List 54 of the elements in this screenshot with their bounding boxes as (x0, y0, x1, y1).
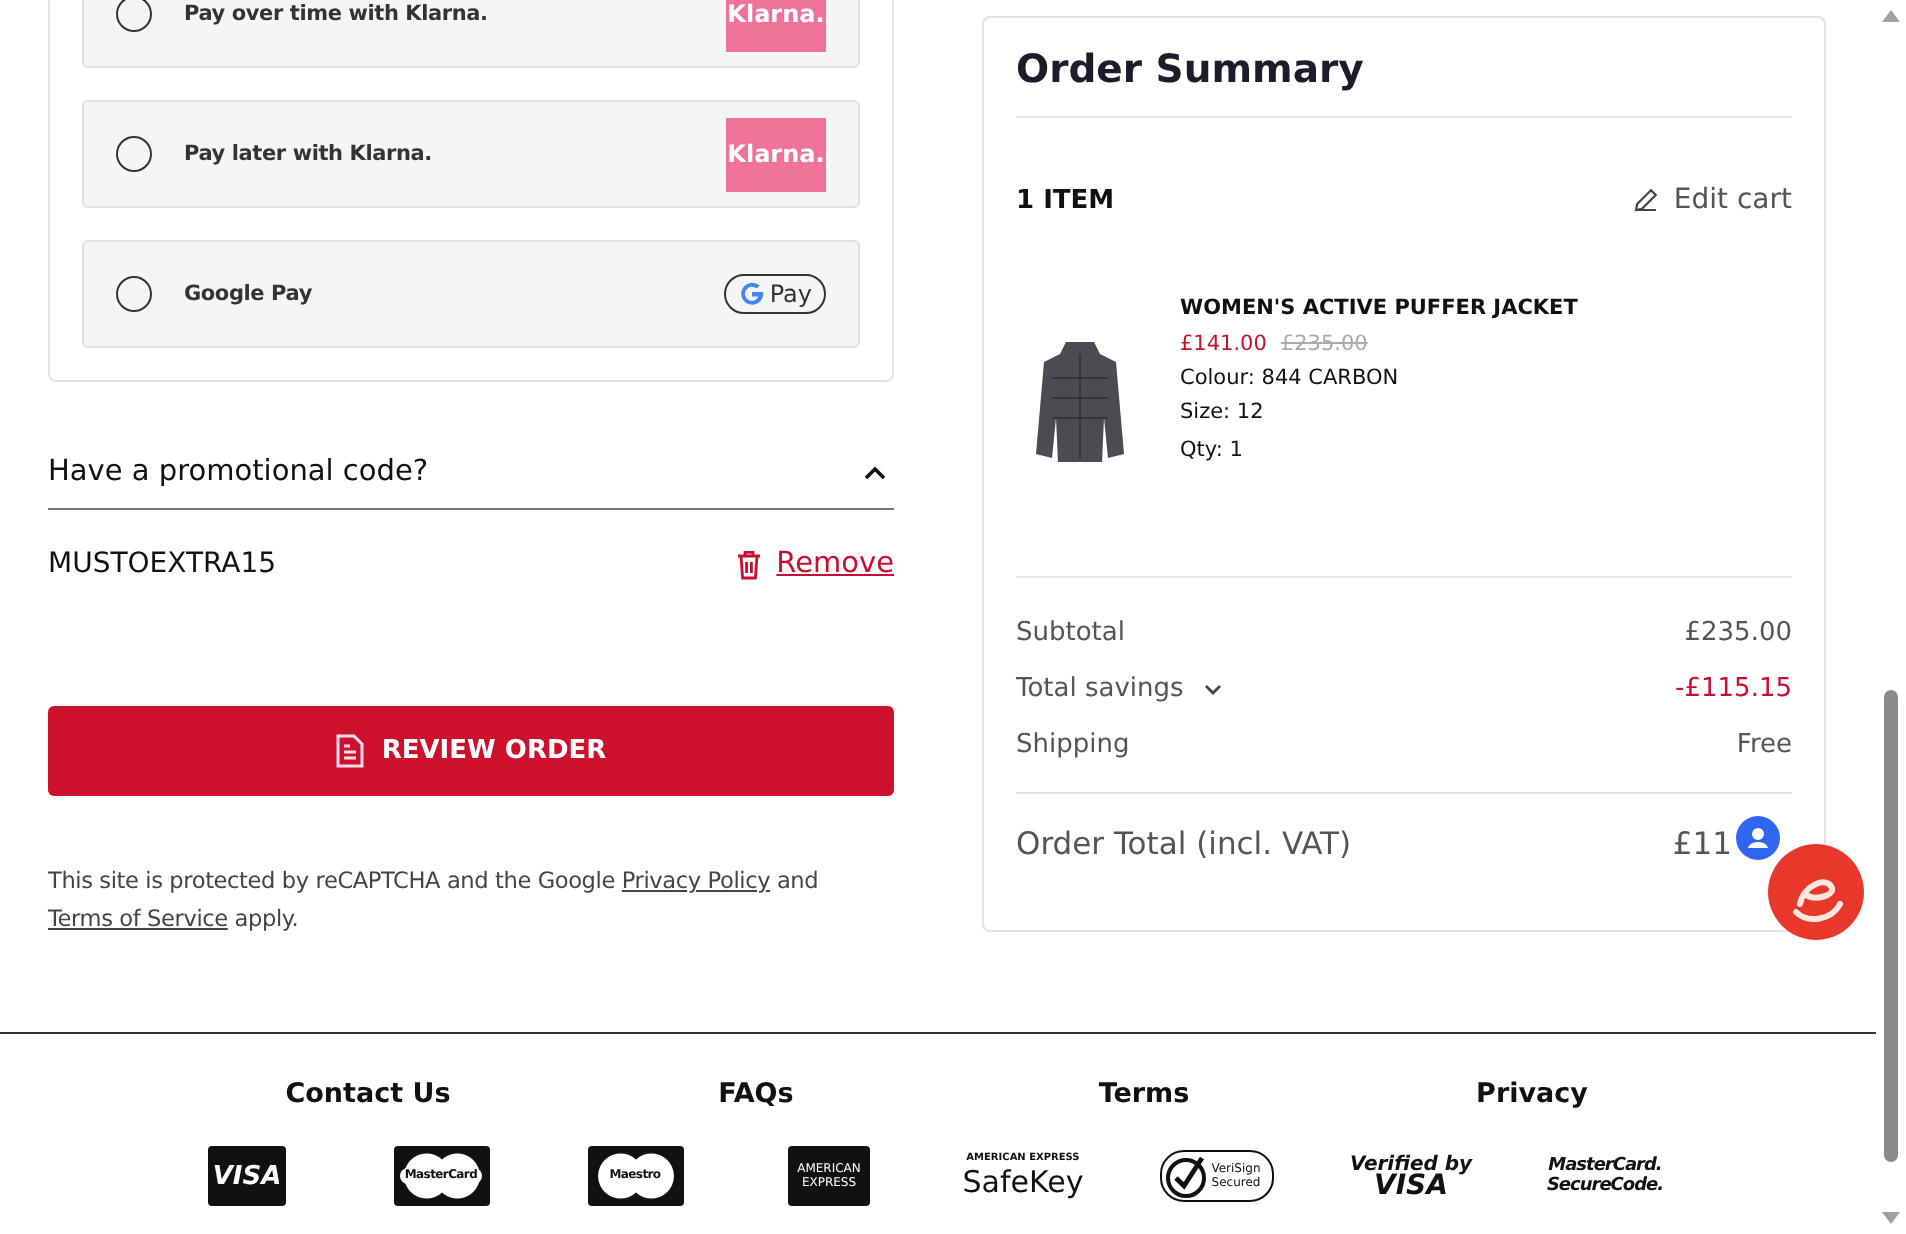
klarna-logo: Klarna. (726, 0, 826, 51)
visa-logo: VISA (208, 1146, 286, 1206)
total-label: Shipping (1016, 730, 1130, 760)
klarna-logo: Klarna. (726, 117, 826, 191)
pencil-icon (1633, 188, 1658, 212)
total-label: Total savings (1016, 674, 1184, 704)
scroll-down-arrow-icon[interactable] (1882, 1212, 1900, 1224)
scrollbar-thumb[interactable] (1884, 690, 1898, 1162)
promo-toggle[interactable]: Have a promotional code? (48, 456, 894, 510)
chat-logo-icon (1768, 844, 1864, 940)
payment-option[interactable]: Pay over time with Klarna. Klarna. (82, 0, 860, 68)
total-label: Subtotal (1016, 618, 1125, 648)
total-value: Free (1736, 730, 1792, 760)
verified-by-visa-logo: Verified by VISA (1349, 1154, 1473, 1198)
payment-label: Pay over time with Klarna. (184, 2, 490, 26)
radio-button[interactable] (116, 276, 152, 312)
radio-button[interactable] (116, 136, 152, 172)
total-value: -£115.15 (1675, 674, 1792, 704)
footer-link[interactable]: FAQs (562, 1078, 950, 1110)
product-colour: Colour: 844 CARBON (1180, 366, 1401, 390)
product-name: WOMEN'S ACTIVE PUFFER JACKET (1180, 296, 1578, 320)
product-quantity: Qty: 1 (1180, 438, 1245, 462)
remove-link[interactable]: Remove (736, 548, 894, 580)
order-summary-title: Order Summary (1016, 46, 1792, 118)
order-total-label: Order Total (incl. VAT) (1016, 826, 1351, 862)
promo-code: MUSTOEXTRA15 (48, 548, 277, 580)
review-order-button[interactable]: REVIEW ORDER (48, 706, 894, 796)
promo-title: Have a promotional code? (48, 456, 429, 488)
original-price: £235.00 (1280, 332, 1368, 356)
google-pay-logo: Pay (723, 274, 826, 314)
user-badge-icon (1736, 816, 1780, 860)
payment-label: Pay later with Klarna. (184, 142, 434, 166)
trash-icon (736, 549, 763, 579)
order-total-value: £11 (1672, 826, 1732, 862)
radio-button[interactable] (116, 0, 152, 32)
chat-widget[interactable] (1736, 816, 1864, 940)
item-count: 1 ITEM (1016, 185, 1115, 215)
mastercard-securecode-logo: MasterCard. SecureCode. (1546, 1156, 1664, 1196)
terms-of-service-link[interactable]: Terms of Service (48, 906, 228, 932)
payment-option[interactable]: Google Pay Pay (82, 240, 860, 348)
footer-link[interactable]: Terms (950, 1078, 1338, 1110)
footer-link[interactable]: Contact Us (174, 1078, 562, 1110)
edit-cart-link[interactable]: Edit cart (1633, 184, 1792, 216)
document-icon (335, 734, 364, 768)
sale-price: £141.00 (1180, 332, 1267, 356)
product-size: Size: 12 (1180, 400, 1266, 424)
recaptcha-notice: This site is protected by reCAPTCHA and the Google Privacy Policy and Terms of Service apply. (48, 866, 821, 936)
payment-label: Google Pay (184, 282, 314, 306)
footer-link[interactable]: Privacy (1338, 1078, 1726, 1110)
scroll-up-arrow-icon[interactable] (1882, 10, 1900, 22)
privacy-policy-link[interactable]: Privacy Policy (621, 868, 771, 894)
payment-option[interactable]: Pay later with Klarna. Klarna. (82, 100, 860, 208)
total-value: £235.00 (1684, 618, 1792, 648)
chevron-down-icon[interactable] (1203, 683, 1222, 695)
